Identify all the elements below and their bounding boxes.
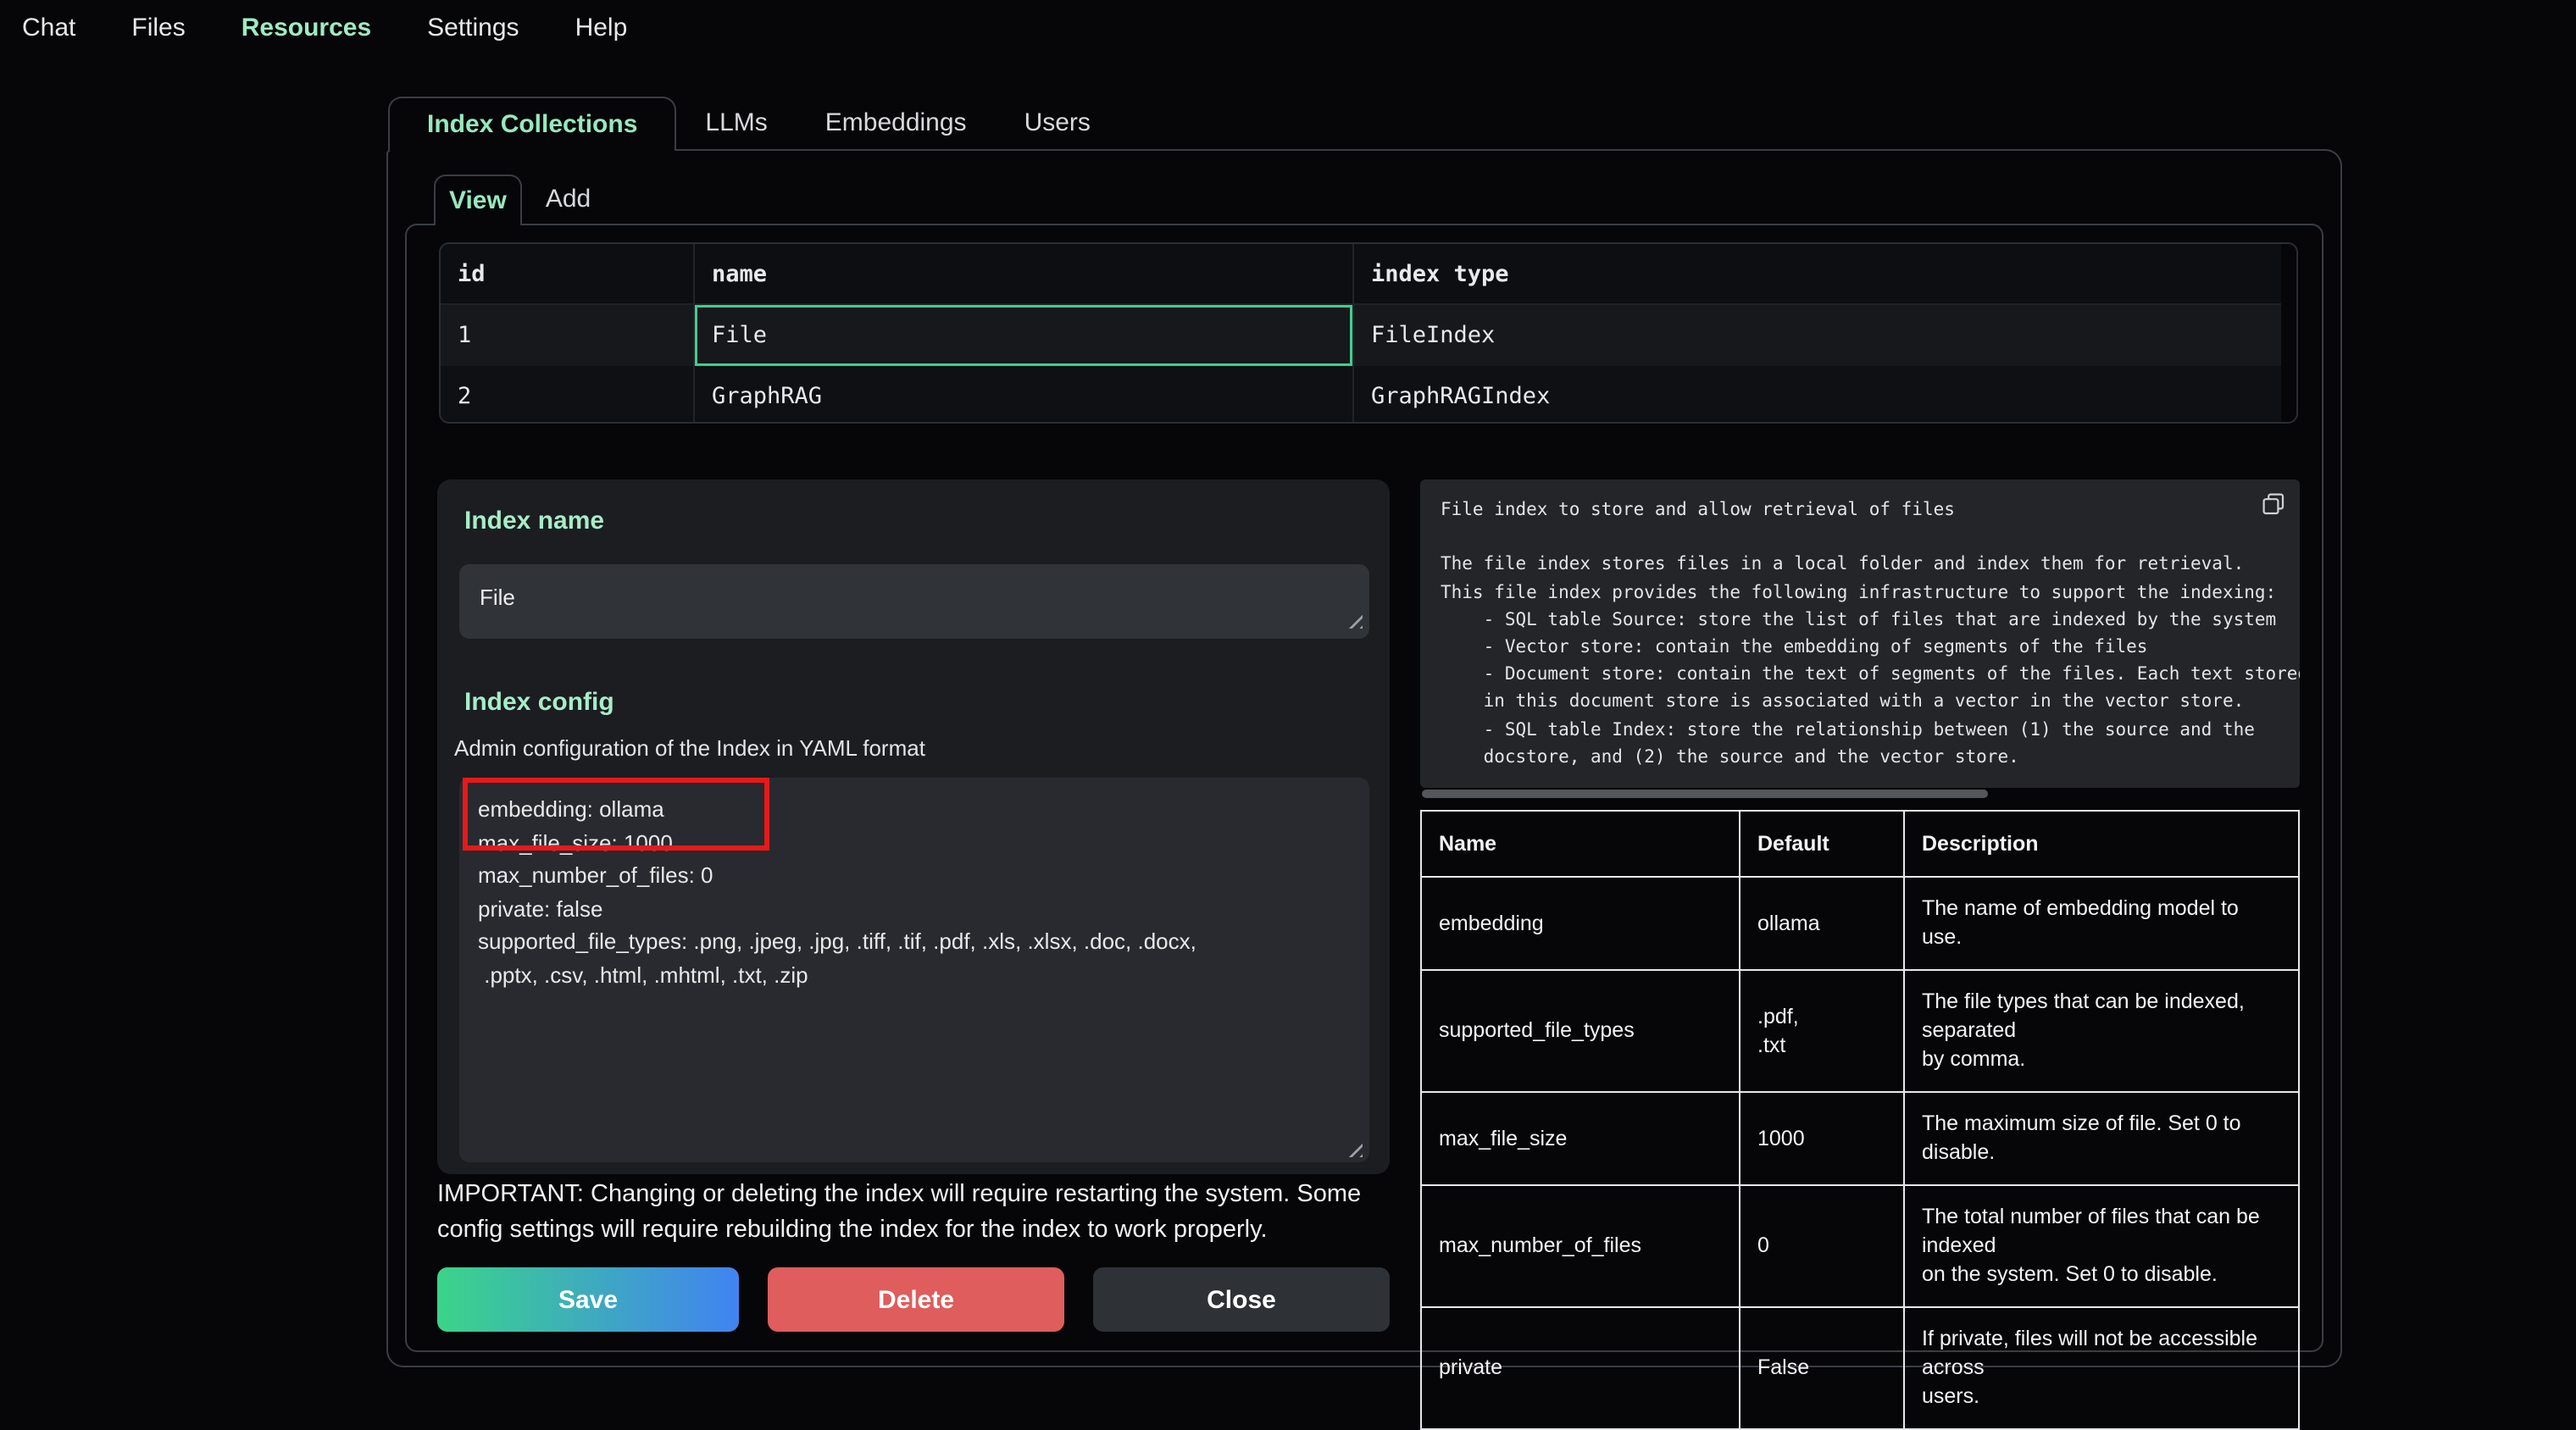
collections-cell-id[interactable]: 2 (441, 366, 693, 424)
nav-item-help[interactable]: Help (575, 14, 628, 42)
collections-cell-index-type[interactable]: GraphRAGIndex (1352, 366, 2281, 424)
spec-cell-default: False (1740, 1307, 1904, 1429)
table-row: 2GraphRAGGraphRAGIndex (441, 366, 2281, 424)
spec-cell-description: The name of embedding model to use. (1904, 877, 2299, 970)
copy-icon[interactable] (2262, 493, 2285, 515)
yaml-line: max_number_of_files: 0 (478, 859, 1351, 892)
warning-line: IMPORTANT: Changing or deleting the inde… (437, 1178, 1412, 1212)
spec-cell-description: If private, files will not be accessible… (1904, 1307, 2299, 1429)
collections-cell-id[interactable]: 1 (441, 305, 693, 366)
collections-col-header-name: name (693, 244, 1352, 305)
yaml-line: max_file_size: 1000 (478, 826, 1351, 859)
spec-cell-name: embedding (1421, 877, 1740, 970)
description-line: - SQL table Index: store the relationshi… (1441, 716, 2279, 743)
tab-embeddings[interactable]: Embeddings (797, 97, 996, 151)
spec-col-header-name: Name (1421, 811, 1740, 877)
spec-cell-description: The total number of files that can be in… (1904, 1185, 2299, 1307)
warning-line: config settings will require rebuilding … (437, 1212, 1412, 1247)
collections-cell-index-type[interactable]: FileIndex (1352, 305, 2281, 366)
description-line: The file index stores files in a local f… (1441, 551, 2279, 579)
spec-row: max_file_size1000The maximum size of fil… (1421, 1092, 2299, 1185)
nav-item-chat[interactable]: Chat (22, 14, 75, 42)
spec-col-header-default: Default (1740, 811, 1904, 877)
yaml-line: private: false (478, 892, 1351, 925)
index-config-spec-table: NameDefaultDescription embeddingollamaTh… (1420, 810, 2300, 1430)
collections-header-row: idnameindex type (441, 244, 2281, 305)
nav-item-resources[interactable]: Resources (242, 14, 371, 42)
spec-cell-default: 0 (1740, 1185, 1904, 1307)
spec-row: supported_file_types.pdf,.txtThe file ty… (1421, 970, 2299, 1092)
app-root: Chat Files Resources Settings Help Index Col… (0, 0, 2576, 1408)
resource-tab-bar: Index CollectionsLLMsEmbeddingsUsers (388, 97, 1119, 151)
index-collections-table: idnameindex type 1FileFileIndex2GraphRAG… (439, 242, 2298, 424)
index-config-label: Index config (464, 688, 614, 717)
subtab-add[interactable]: Add (522, 175, 614, 225)
collections-col-header-index-type: index type (1352, 244, 2281, 305)
spec-cell-name: supported_file_types (1421, 970, 1740, 1092)
tab-index-collections[interactable]: Index Collections (388, 97, 676, 151)
collections-cell-name[interactable]: GraphRAG (693, 366, 1352, 424)
horizontal-scrollbar-thumb[interactable] (1422, 790, 1988, 798)
subtab-view[interactable]: View (434, 175, 522, 225)
spec-cell-default: ollama (1740, 877, 1904, 970)
nav-item-files[interactable]: Files (131, 14, 185, 42)
description-line: docstore, and (2) the source and the vec… (1441, 744, 2279, 771)
index-config-textarea[interactable]: embedding: ollamamax_file_size: 1000max_… (459, 778, 1369, 1162)
table-row: 1FileFileIndex (441, 305, 2281, 366)
yaml-line: supported_file_types: .png, .jpeg, .jpg,… (478, 925, 1351, 958)
view-add-tab-bar: ViewAdd (434, 175, 614, 225)
spec-col-header-description: Description (1904, 811, 2299, 877)
spec-cell-description: The maximum size of file. Set 0 to disab… (1904, 1092, 2299, 1185)
index-config-help: Admin configuration of the Index in YAML… (454, 735, 925, 761)
yaml-line: embedding: ollama (478, 793, 1351, 826)
description-line: File index to store and allow retrieval … (1441, 496, 2279, 524)
index-edit-form: Index name File Index config Admin confi… (437, 479, 1390, 1174)
tab-users[interactable]: Users (996, 97, 1119, 151)
spec-cell-name: private (1421, 1307, 1740, 1429)
spec-cell-name: max_number_of_files (1421, 1185, 1740, 1307)
spec-cell-name: max_file_size (1421, 1092, 1740, 1185)
description-line: - Document store: contain the text of se… (1441, 661, 2279, 688)
yaml-line: .pptx, .csv, .html, .mhtml, .txt, .zip (478, 958, 1351, 991)
spec-row: embeddingollamaThe name of embedding mod… (1421, 877, 2299, 970)
collections-cell-name[interactable]: File (693, 305, 1352, 366)
top-nav: Chat Files Resources Settings Help (22, 14, 627, 42)
spec-row: privateFalseIf private, files will not b… (1421, 1307, 2299, 1429)
important-warning-text: IMPORTANT: Changing or deleting the inde… (437, 1178, 1412, 1247)
description-line: in this document store is associated wit… (1441, 689, 2279, 716)
description-line: - SQL table Source: store the list of fi… (1441, 607, 2279, 634)
index-name-label: Index name (464, 507, 604, 535)
delete-button[interactable]: Delete (768, 1267, 1064, 1332)
spec-row: max_number_of_files0The total number of … (1421, 1185, 2299, 1307)
nav-item-settings[interactable]: Settings (427, 14, 519, 42)
index-type-description: File index to store and allow retrieval … (1420, 479, 2300, 788)
spec-cell-default: .pdf,.txt (1740, 970, 1904, 1092)
tab-llms[interactable]: LLMs (676, 97, 796, 151)
spec-cell-default: 1000 (1740, 1092, 1904, 1185)
collections-col-header-id: id (441, 244, 693, 305)
spec-cell-description: The file types that can be indexed, sepa… (1904, 970, 2299, 1092)
description-line: This file index provides the following i… (1441, 579, 2279, 606)
save-button[interactable]: Save (437, 1267, 739, 1332)
description-line (1441, 524, 2279, 551)
close-button[interactable]: Close (1093, 1267, 1390, 1332)
index-name-input[interactable]: File (459, 564, 1369, 639)
spec-header-row: NameDefaultDescription (1421, 811, 2299, 877)
description-line: - Vector store: contain the embedding of… (1441, 634, 2279, 661)
